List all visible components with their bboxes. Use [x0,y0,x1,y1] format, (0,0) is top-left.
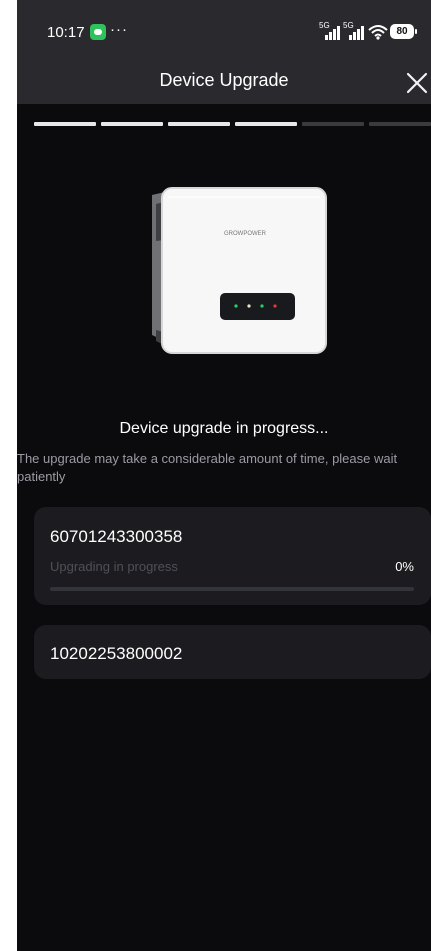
device-upgrade-screen: 10:17 ··· 5G 5G 80 Device Upgrade GROWPO… [17,0,431,951]
progress-step [302,122,364,126]
close-button[interactable] [403,66,431,100]
signal-strength-icon: 5G [343,21,365,40]
network-type-label: 5G [343,21,354,30]
upgrade-percent: 0% [395,559,414,574]
progress-step [369,122,431,126]
status-time: 10:17 [47,24,85,41]
brand-logo: GROWPOWER [224,231,267,237]
progress-step [34,122,96,126]
device-upgrade-card: 60701243300358 Upgrading in progress 0% [34,507,431,605]
close-icon [406,72,428,94]
progress-title: Device upgrade in progress... [119,420,329,437]
wifi-icon [367,24,389,40]
signal-strength-icon: 5G [319,21,341,40]
network-type-label: 5G [319,21,330,30]
upgrade-progress-bar [50,587,414,591]
device-serial-number: 60701243300358 [50,527,183,546]
page-title: Device Upgrade [159,70,289,90]
device-upgrade-card: 10202253800002 [34,625,431,679]
progress-stepper [34,122,431,126]
progress-step [235,122,297,126]
device-serial-number: 10202253800002 [50,644,183,663]
progress-note: The upgrade may take a considerable amou… [17,451,398,484]
app-header: Device Upgrade [17,62,431,104]
more-notifications: ··· [110,21,128,38]
battery-icon: 80 [390,24,417,39]
progress-step [101,122,163,126]
wechat-notification-icon [90,24,106,40]
upgrade-status: Upgrading in progress [50,559,178,574]
progress-step [168,122,230,126]
inverter-device-image: GROWPOWER [137,185,337,365]
status-bar: 10:17 ··· 5G 5G 80 [17,0,431,62]
